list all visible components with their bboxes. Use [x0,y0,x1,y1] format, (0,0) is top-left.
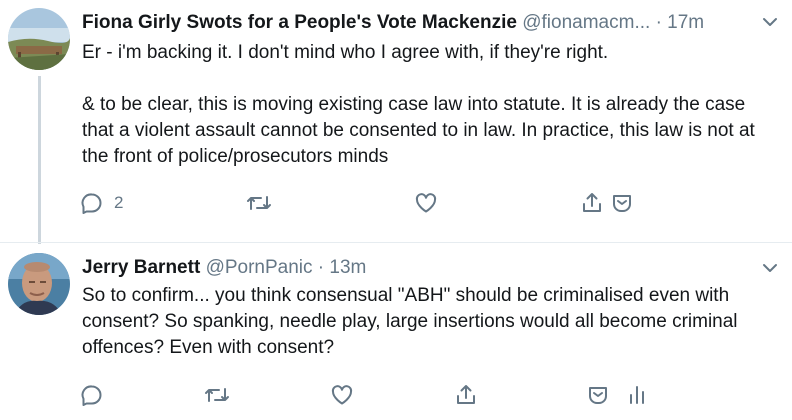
tweet-actions: 2 [80,188,740,218]
analytics-button[interactable] [626,380,648,410]
separator-dot: · [655,12,662,33]
reply-icon [80,383,104,407]
avatar-jerry[interactable] [8,253,70,315]
tweet-header: Fiona Girly Swots for a People's Vote Ma… [82,11,704,35]
reply-button[interactable] [80,380,114,410]
chevron-down-icon[interactable] [760,258,780,278]
timestamp[interactable]: 13m [329,257,366,278]
timestamp[interactable]: 17m [667,12,704,33]
dm-icon [586,383,610,407]
tweet-jerry[interactable]: Jerry Barnett @PornPanic · 13m So to con… [0,243,792,420]
retweet-icon [204,383,230,407]
separator-dot: · [317,257,325,278]
tweet-fiona[interactable]: Fiona Girly Swots for a People's Vote Ma… [0,0,792,244]
chevron-down-icon[interactable] [760,12,780,32]
tweet-actions [80,380,760,410]
avatar-fiona[interactable] [8,8,70,70]
like-icon [414,191,438,215]
share-icon [454,383,478,407]
user-handle[interactable]: @PornPanic [206,257,313,278]
retweet-button[interactable] [246,188,272,218]
retweet-button[interactable] [204,380,230,410]
display-name[interactable]: Fiona Girly Swots for a People's Vote Ma… [82,12,517,33]
dm-button[interactable] [610,188,634,218]
thread-line [38,76,41,244]
like-icon [330,383,354,407]
display-name[interactable]: Jerry Barnett [82,257,200,278]
reply-button[interactable]: 2 [80,188,123,218]
dm-icon [610,191,634,215]
tweet-header: Jerry Barnett @PornPanic · 13m [82,256,366,280]
tweet-text: So to confirm... you think consensual "A… [82,285,738,358]
user-handle[interactable]: @fionamacm... [522,12,650,33]
share-button[interactable] [454,380,478,410]
analytics-icon [626,383,648,407]
reply-icon [80,191,104,215]
retweet-icon [246,191,272,215]
like-button[interactable] [330,380,354,410]
tweet-text: Er - i'm backing it. I don't mind who I … [82,42,755,167]
dm-button[interactable] [586,380,610,410]
share-icon [580,191,604,215]
share-button[interactable] [580,188,604,218]
like-button[interactable] [414,188,438,218]
reply-count: 2 [114,193,124,212]
